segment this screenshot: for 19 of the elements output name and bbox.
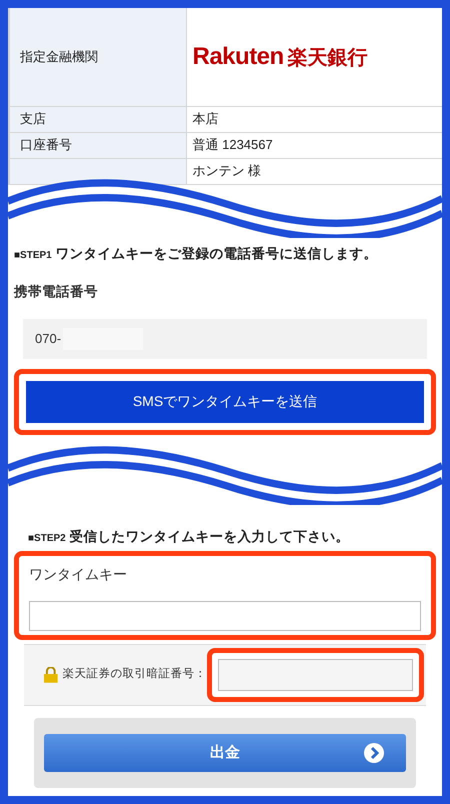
one-time-key-field[interactable] [29, 600, 421, 631]
row-value: ホンテン 様 [192, 163, 262, 178]
row-value: 本店 [192, 111, 218, 126]
phone-field[interactable]: 070- [23, 318, 427, 358]
lock-icon [44, 666, 58, 683]
chevron-right-icon [364, 742, 384, 763]
row-value: 普通 1234567 [192, 137, 273, 152]
send-sms-button[interactable]: SMSでワンタイムキーを送信 [26, 380, 424, 422]
phone-label: 携帯電話番号 [14, 283, 98, 302]
step-heading: ■STEP2 受信したワンタイムキーを入力して下さい。 [28, 528, 350, 546]
bank-logo: Rakuten 楽天銀行 [192, 42, 368, 72]
withdraw-button[interactable]: 出金 [44, 734, 406, 772]
step-heading: ■STEP1 ワンタイムキーをご登録の電話番号に送信します。 [14, 245, 378, 263]
row-label: 口座番号 [20, 137, 72, 152]
key-label: ワンタイムキー [29, 564, 127, 584]
row-label: 指定金融機関 [20, 49, 98, 64]
pin-label: 楽天証券の取引暗証番号： [62, 666, 207, 682]
trading-pin-field[interactable] [218, 658, 413, 691]
row-label: 支店 [20, 111, 46, 126]
